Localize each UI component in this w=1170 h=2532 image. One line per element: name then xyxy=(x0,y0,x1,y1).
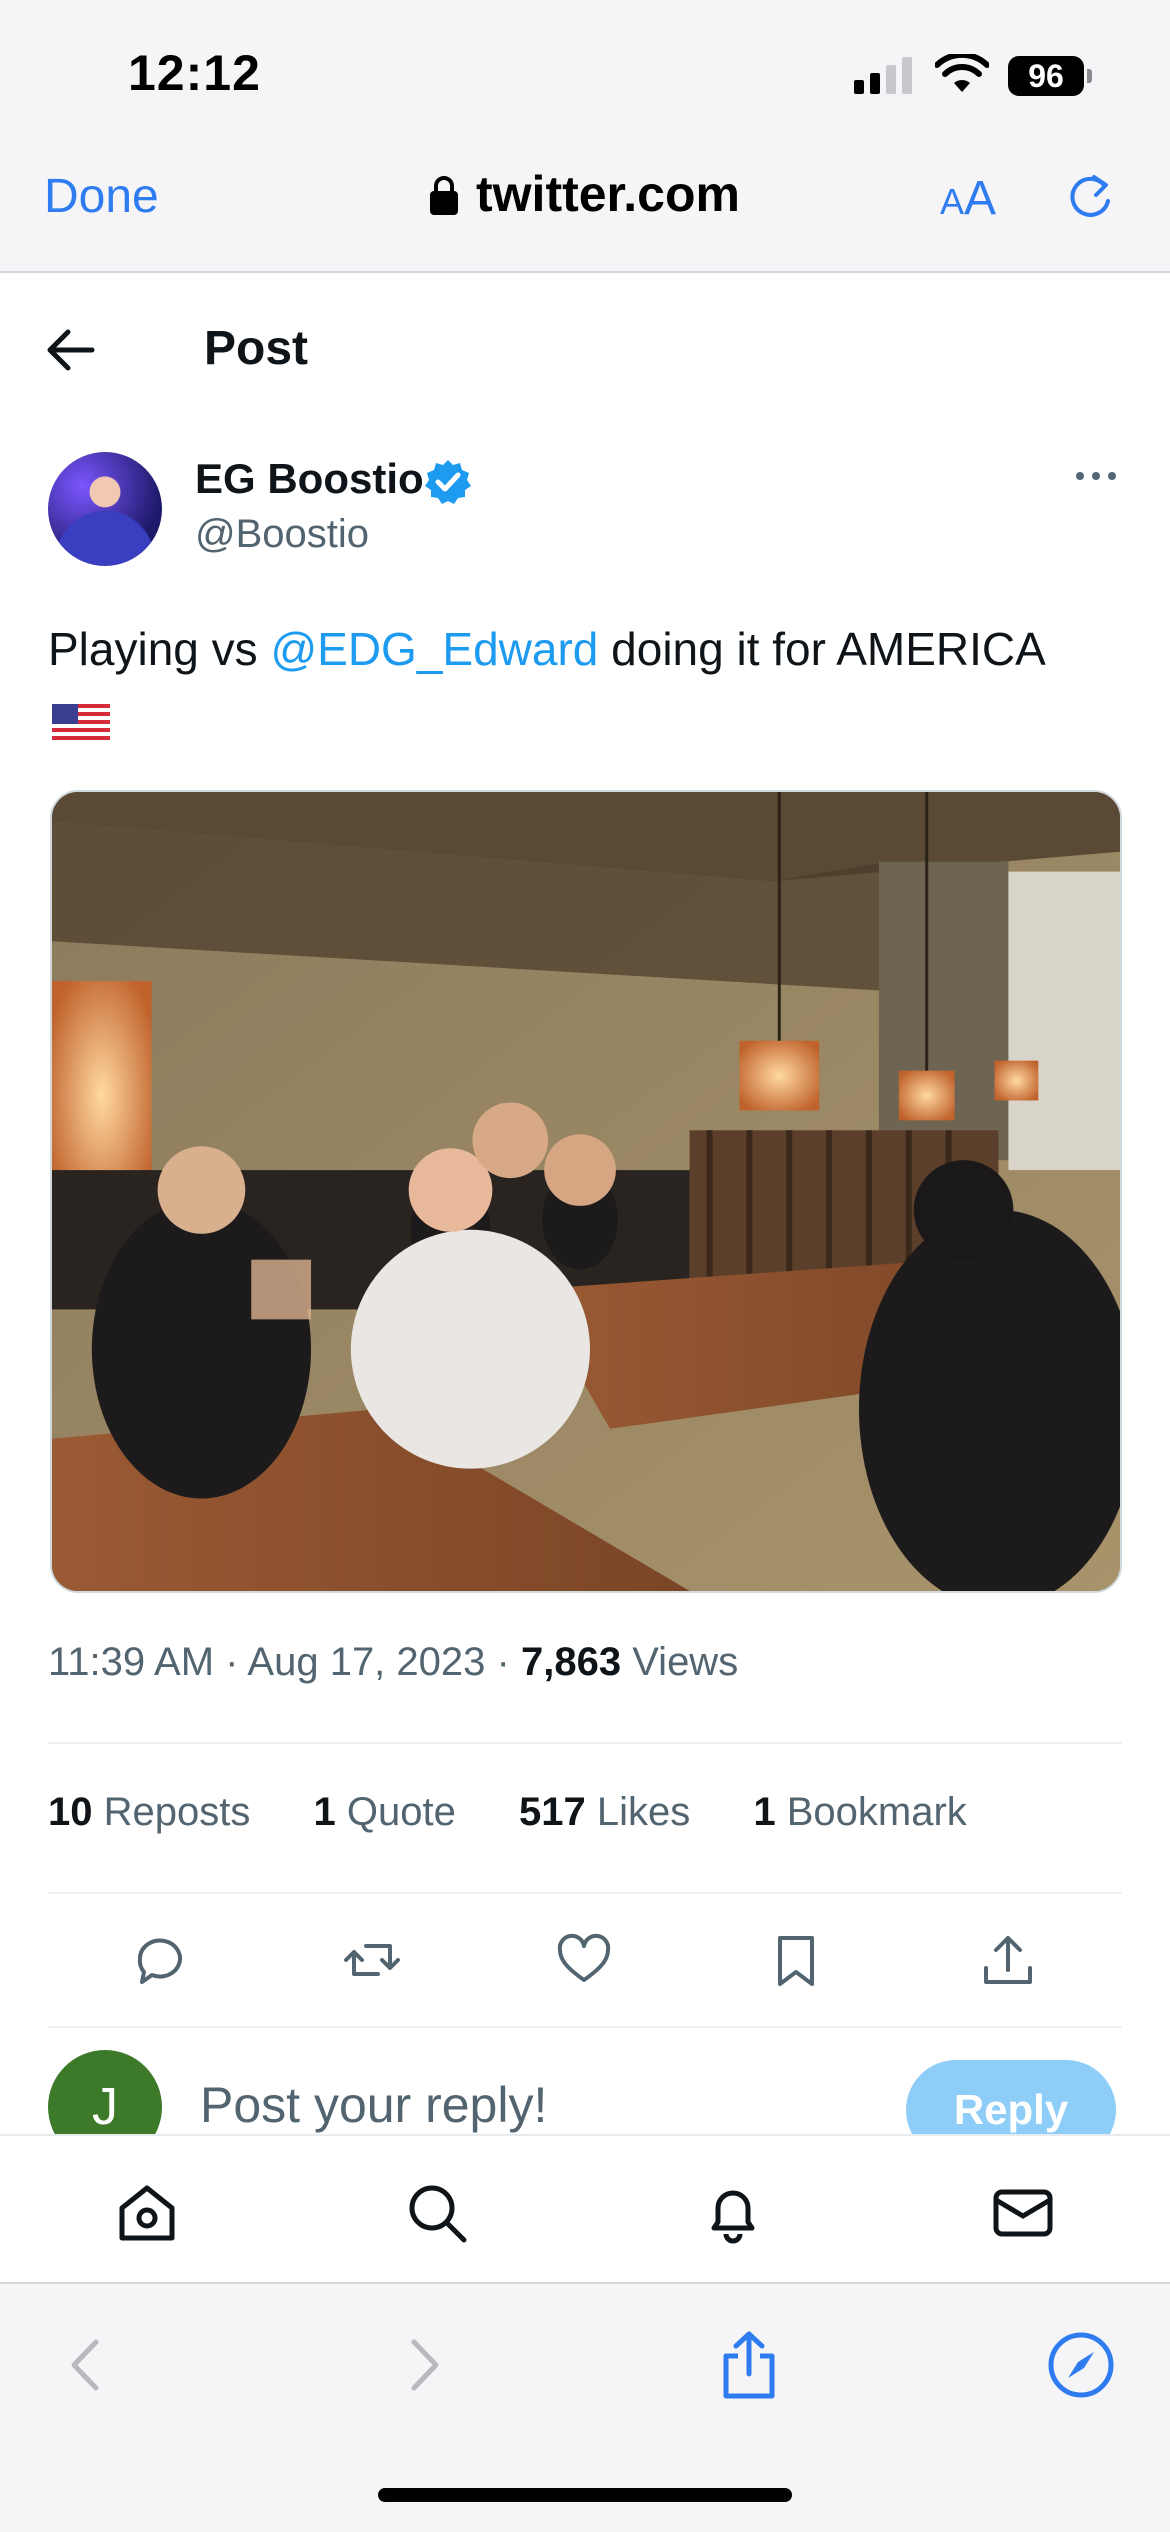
reply-composer: J Post your reply! Reply xyxy=(0,2030,1170,2134)
post-date[interactable]: Aug 17, 2023 xyxy=(247,1640,485,1684)
post-header: Post xyxy=(0,273,1170,423)
tweet-text: Playing vs @EDG_Edward doing it for AMER… xyxy=(48,623,1046,675)
engagement-stats: 10 Reposts 1 Quote 517 Likes 1 Bookmark xyxy=(48,1790,1019,1835)
stat-quotes[interactable]: 1 Quote xyxy=(314,1790,456,1835)
us-flag-icon xyxy=(52,704,110,744)
reload-icon[interactable] xyxy=(1064,171,1116,223)
url-text: twitter.com xyxy=(476,166,740,222)
like-icon[interactable] xyxy=(554,1930,614,1990)
stat-bookmarks[interactable]: 1 Bookmark xyxy=(753,1790,966,1835)
post-time[interactable]: 11:39 AM xyxy=(48,1640,214,1684)
tab-bar xyxy=(0,2134,1170,2282)
status-time: 12:12 xyxy=(128,45,261,101)
wifi-icon xyxy=(935,54,989,92)
views-label: Views xyxy=(632,1640,739,1684)
mention-link[interactable]: @EDG_Edward xyxy=(270,623,598,675)
page-title: Post xyxy=(204,322,309,375)
divider xyxy=(48,2026,1122,2028)
reply-input[interactable]: Post your reply! xyxy=(200,2076,547,2134)
more-options-icon[interactable] xyxy=(1074,466,1118,486)
author-avatar[interactable] xyxy=(48,452,162,566)
author-handle[interactable]: @Boostio xyxy=(195,512,369,557)
compass-icon[interactable] xyxy=(1046,2330,1116,2400)
post-meta: 11:39 AM · Aug 17, 2023 · 7,863 Views xyxy=(48,1640,739,1684)
battery-indicator: 96 xyxy=(1008,56,1092,96)
lock-icon xyxy=(430,176,459,215)
notifications-icon[interactable] xyxy=(700,2180,766,2246)
user-avatar[interactable]: J xyxy=(48,2050,162,2134)
share-icon[interactable] xyxy=(714,2330,784,2400)
back-arrow-icon[interactable] xyxy=(52,2330,122,2400)
back-arrow-icon[interactable] xyxy=(46,328,96,372)
browser-toolbar: Done twitter.com AA xyxy=(0,135,1170,273)
cellular-signal-icon xyxy=(854,57,912,94)
reply-button[interactable]: Reply xyxy=(906,2060,1116,2134)
home-indicator[interactable] xyxy=(378,2488,792,2502)
reply-icon[interactable] xyxy=(130,1930,190,1990)
battery-level: 96 xyxy=(1008,56,1084,96)
action-bar xyxy=(0,1930,1170,1994)
status-bar: 12:12 96 xyxy=(0,0,1170,135)
home-icon[interactable] xyxy=(114,2180,180,2246)
divider xyxy=(48,1742,1122,1744)
text-size-button[interactable]: AA xyxy=(940,171,996,226)
messages-icon[interactable] xyxy=(990,2180,1056,2246)
stat-likes[interactable]: 517 Likes xyxy=(519,1790,690,1835)
stat-reposts[interactable]: 10 Reposts xyxy=(48,1790,250,1835)
divider xyxy=(48,1892,1122,1894)
share-icon[interactable] xyxy=(978,1930,1038,1990)
repost-icon[interactable] xyxy=(342,1930,402,1990)
search-icon[interactable] xyxy=(404,2180,470,2246)
bookmark-icon[interactable] xyxy=(766,1930,826,1990)
verified-badge-icon xyxy=(425,460,471,504)
author-name[interactable]: EG Boostio xyxy=(195,455,424,503)
views-count: 7,863 xyxy=(520,1640,622,1684)
forward-arrow-icon[interactable] xyxy=(388,2330,458,2400)
restaurant-photo-illustration xyxy=(52,792,1120,1591)
tweet-photo[interactable] xyxy=(50,790,1122,1593)
